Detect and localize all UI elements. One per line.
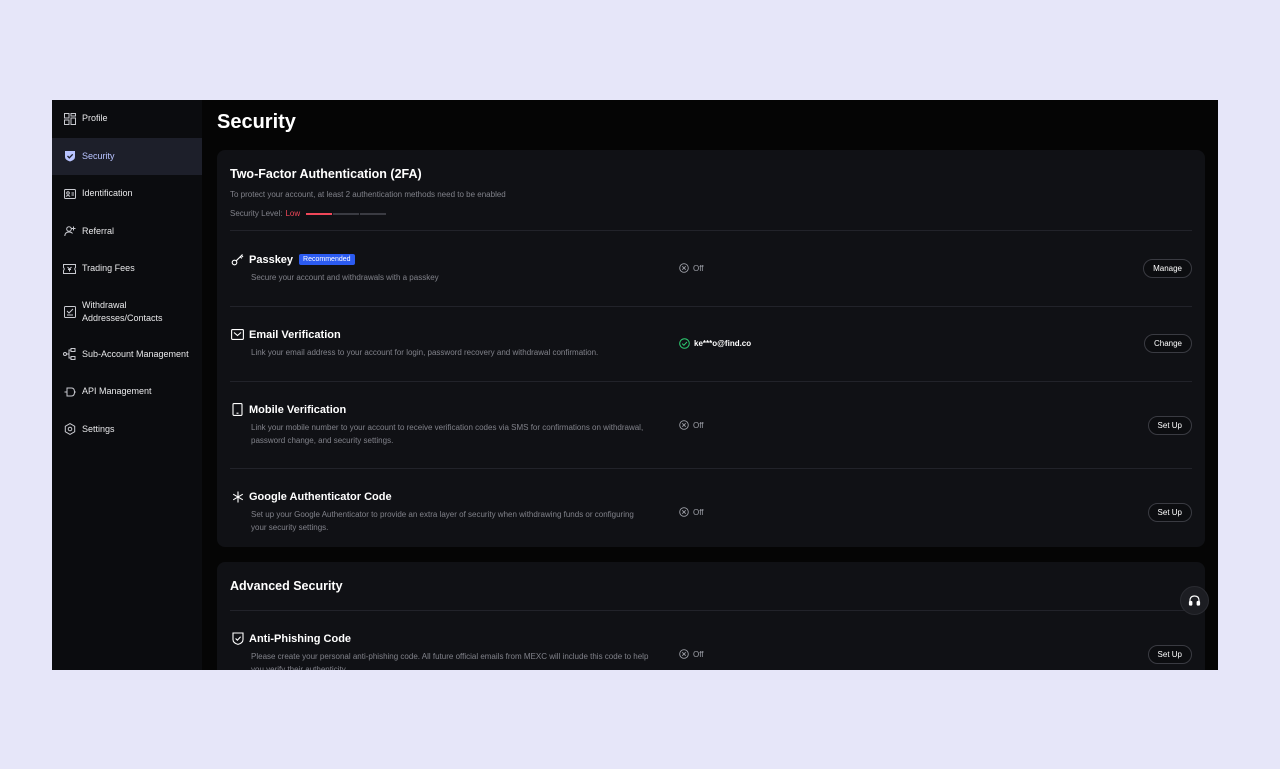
anti-phishing-row: Anti-Phishing Code Please create your pe… (230, 611, 1192, 670)
shield-check-icon (231, 632, 244, 645)
check-icon (679, 338, 690, 349)
setup-google-auth-button[interactable]: Set Up (1147, 503, 1192, 522)
level-segment (360, 212, 387, 215)
referral-icon (63, 225, 76, 238)
anti-phishing-title: Anti-Phishing Code (249, 632, 352, 645)
sidebar: Profile Security Identification Referral… (52, 100, 202, 670)
passkey-title: Passkey (249, 253, 294, 266)
sidebar-item-trading-fees[interactable]: Trading Fees (52, 250, 202, 288)
sidebar-item-label: Referral (82, 225, 115, 236)
passkey-row: Passkey Recommended Secure your account … (230, 231, 1192, 306)
sidebar-item-label: Settings (82, 423, 115, 434)
mobile-row: Mobile Verification Link your mobile num… (230, 382, 1192, 468)
setup-anti-phishing-button[interactable]: Set Up (1147, 645, 1192, 664)
api-icon (63, 385, 76, 398)
email-status: ke***o@find.co (679, 338, 751, 349)
address-book-icon (63, 305, 76, 318)
anti-phishing-status: Off (679, 649, 704, 659)
sidebar-item-label: Security (82, 150, 115, 161)
passkey-status: Off (679, 263, 704, 273)
mobile-desc: Link your mobile number to your account … (251, 423, 644, 445)
mobile-status: Off (679, 420, 704, 430)
sidebar-item-label: Sub-Account Management (82, 348, 189, 359)
level-segment (306, 212, 333, 215)
twofa-title: Two-Factor Authentication (2FA) (230, 167, 422, 181)
anti-phishing-status-text: Off (693, 649, 704, 659)
email-status-text: ke***o@find.co (694, 339, 752, 348)
sidebar-item-label: Profile (82, 113, 108, 124)
sidebar-item-label: Identification (82, 188, 133, 199)
email-desc: Link your email address to your account … (251, 348, 599, 357)
shield-icon (63, 150, 76, 163)
recommended-badge: Recommended (299, 254, 355, 265)
email-title: Email Verification (249, 328, 341, 341)
page-title: Security (217, 111, 296, 133)
off-icon (679, 420, 689, 430)
twofa-subtitle: To protect your account, at least 2 auth… (230, 190, 506, 199)
sidebar-item-label: Withdrawal Addresses/Contacts (82, 299, 163, 323)
off-icon (679, 263, 689, 273)
mail-icon (231, 328, 244, 341)
support-button[interactable] (1180, 586, 1209, 615)
email-row: Email Verification Link your email addre… (230, 307, 1192, 381)
twofa-card: Two-Factor Authentication (2FA) To prote… (217, 150, 1205, 547)
sidebar-item-api-management[interactable]: API Management (52, 373, 202, 411)
authenticator-icon (231, 490, 244, 503)
app-window: Profile Security Identification Referral… (52, 100, 1218, 670)
sidebar-item-label: Trading Fees (82, 263, 135, 274)
manage-passkey-button[interactable]: Manage (1143, 259, 1192, 278)
sidebar-item-label: API Management (82, 386, 152, 397)
setup-mobile-button[interactable]: Set Up (1147, 416, 1192, 435)
off-icon (679, 507, 689, 517)
advanced-security-card: Advanced Security Anti-Phishing Code Ple… (217, 562, 1205, 670)
sidebar-item-referral[interactable]: Referral (52, 213, 202, 251)
main-content: Security Two-Factor Authentication (2FA)… (202, 100, 1218, 670)
security-level-bar (306, 212, 387, 215)
passkey-desc: Secure your account and withdrawals with… (251, 273, 439, 282)
mobile-status-text: Off (693, 420, 704, 430)
sidebar-item-identification[interactable]: Identification (52, 175, 202, 213)
gear-icon (63, 423, 76, 436)
security-level-value: Low (285, 209, 301, 218)
anti-phishing-desc: Please create your personal anti-phishin… (251, 652, 649, 670)
change-email-button[interactable]: Change (1143, 334, 1192, 353)
profile-icon (63, 112, 76, 125)
id-card-icon (63, 187, 76, 200)
level-segment (333, 212, 360, 215)
google-auth-status-text: Off (693, 507, 704, 517)
google-auth-status: Off (679, 507, 704, 517)
sidebar-item-profile[interactable]: Profile (52, 100, 202, 138)
mobile-title: Mobile Verification (249, 403, 347, 416)
off-icon (679, 649, 689, 659)
sidebar-item-settings[interactable]: Settings (52, 411, 202, 449)
security-level: Security Level: Low (230, 209, 1192, 218)
headset-icon (1188, 595, 1201, 606)
security-level-label: Security Level: (230, 209, 283, 218)
sidebar-item-sub-account[interactable]: Sub-Account Management (52, 336, 202, 374)
passkey-status-text: Off (693, 263, 704, 273)
ticket-icon (63, 262, 76, 275)
google-auth-row: Google Authenticator Code Set up your Go… (230, 469, 1192, 549)
key-icon (231, 253, 244, 266)
advanced-security-title: Advanced Security (230, 579, 343, 593)
google-auth-title: Google Authenticator Code (249, 490, 392, 503)
sidebar-item-withdrawal-addresses[interactable]: Withdrawal Addresses/Contacts (52, 288, 202, 336)
phone-icon (231, 403, 244, 416)
sidebar-item-security[interactable]: Security (52, 137, 202, 175)
sub-account-icon (63, 348, 76, 361)
google-auth-desc: Set up your Google Authenticator to prov… (251, 510, 634, 532)
